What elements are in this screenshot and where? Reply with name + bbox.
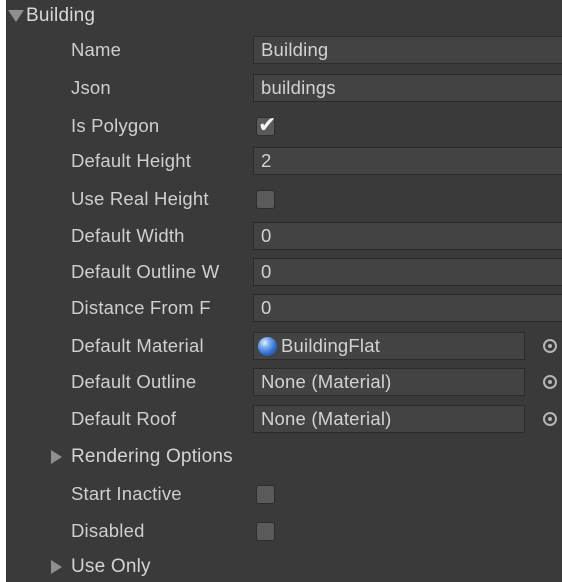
row-json: Json buildings bbox=[6, 72, 562, 104]
json-field[interactable]: buildings bbox=[253, 74, 562, 102]
start-inactive-checkbox[interactable] bbox=[256, 485, 275, 504]
row-default-outline: Default Outline None (Material) bbox=[6, 366, 562, 398]
foldout-collapsed-icon[interactable] bbox=[51, 450, 62, 464]
row-default-width: Default Width 0 bbox=[6, 220, 562, 252]
distance-from-field[interactable]: 0 bbox=[253, 294, 562, 322]
inspector-panel: Building Name Building Json buildings Is… bbox=[6, 0, 562, 582]
default-material-value: BuildingFlat bbox=[281, 335, 381, 356]
row-rendering-options: Rendering Options bbox=[6, 441, 562, 473]
default-roof-field[interactable]: None (Material) bbox=[253, 405, 525, 433]
use-real-height-checkbox[interactable] bbox=[256, 190, 275, 209]
rendering-options-foldout[interactable]: Rendering Options bbox=[51, 441, 233, 473]
row-disabled: Disabled bbox=[6, 515, 562, 547]
use-real-height-label: Use Real Height bbox=[71, 188, 209, 209]
foldout-collapsed-icon[interactable] bbox=[51, 560, 62, 574]
default-roof-label: Default Roof bbox=[71, 408, 177, 429]
building-foldout-header[interactable]: Building bbox=[6, 0, 562, 32]
row-start-inactive: Start Inactive bbox=[6, 478, 562, 510]
default-material-field[interactable]: BuildingFlat bbox=[253, 332, 525, 360]
use-only-foldout[interactable]: Use Only bbox=[51, 551, 151, 582]
row-default-height: Default Height 2 bbox=[6, 145, 562, 177]
default-width-field[interactable]: 0 bbox=[253, 222, 562, 250]
object-picker-icon[interactable] bbox=[543, 339, 557, 353]
json-label: Json bbox=[71, 77, 111, 98]
row-distance-from: Distance From F 0 bbox=[6, 292, 562, 324]
default-material-label: Default Material bbox=[71, 335, 204, 356]
object-picker-icon[interactable] bbox=[543, 375, 557, 389]
foldout-expanded-icon[interactable] bbox=[8, 10, 24, 22]
row-name: Name Building bbox=[6, 34, 562, 66]
default-height-field[interactable]: 2 bbox=[253, 147, 562, 175]
default-roof-value: None (Material) bbox=[261, 408, 392, 429]
object-picker-icon[interactable] bbox=[543, 412, 557, 426]
disabled-label: Disabled bbox=[71, 520, 145, 541]
material-sphere-icon bbox=[258, 336, 277, 356]
default-outline-label: Default Outline bbox=[71, 371, 197, 392]
building-foldout-label: Building bbox=[26, 5, 96, 26]
row-default-material: Default Material BuildingFlat bbox=[6, 330, 562, 362]
checkmark-icon: ✔ bbox=[258, 113, 277, 138]
row-default-roof: Default Roof None (Material) bbox=[6, 403, 562, 435]
row-use-only: Use Only bbox=[6, 551, 562, 582]
name-field[interactable]: Building bbox=[253, 36, 562, 64]
default-outline-width-field[interactable]: 0 bbox=[253, 258, 562, 286]
disabled-checkbox[interactable] bbox=[256, 522, 275, 541]
default-outline-width-label: Default Outline W bbox=[71, 261, 220, 282]
use-only-label: Use Only bbox=[71, 556, 151, 577]
is-polygon-checkbox[interactable]: ✔ bbox=[256, 113, 276, 138]
default-outline-value: None (Material) bbox=[261, 371, 392, 392]
row-default-outline-width: Default Outline W 0 bbox=[6, 256, 562, 288]
default-height-label: Default Height bbox=[71, 150, 192, 171]
row-is-polygon: Is Polygon ✔ bbox=[6, 110, 562, 142]
is-polygon-label: Is Polygon bbox=[71, 115, 160, 136]
distance-from-label: Distance From F bbox=[71, 297, 211, 318]
row-use-real-height: Use Real Height bbox=[6, 183, 562, 215]
default-width-label: Default Width bbox=[71, 225, 185, 246]
start-inactive-label: Start Inactive bbox=[71, 483, 182, 504]
name-label: Name bbox=[71, 39, 122, 60]
rendering-options-label: Rendering Options bbox=[71, 446, 233, 467]
default-outline-field[interactable]: None (Material) bbox=[253, 368, 525, 396]
